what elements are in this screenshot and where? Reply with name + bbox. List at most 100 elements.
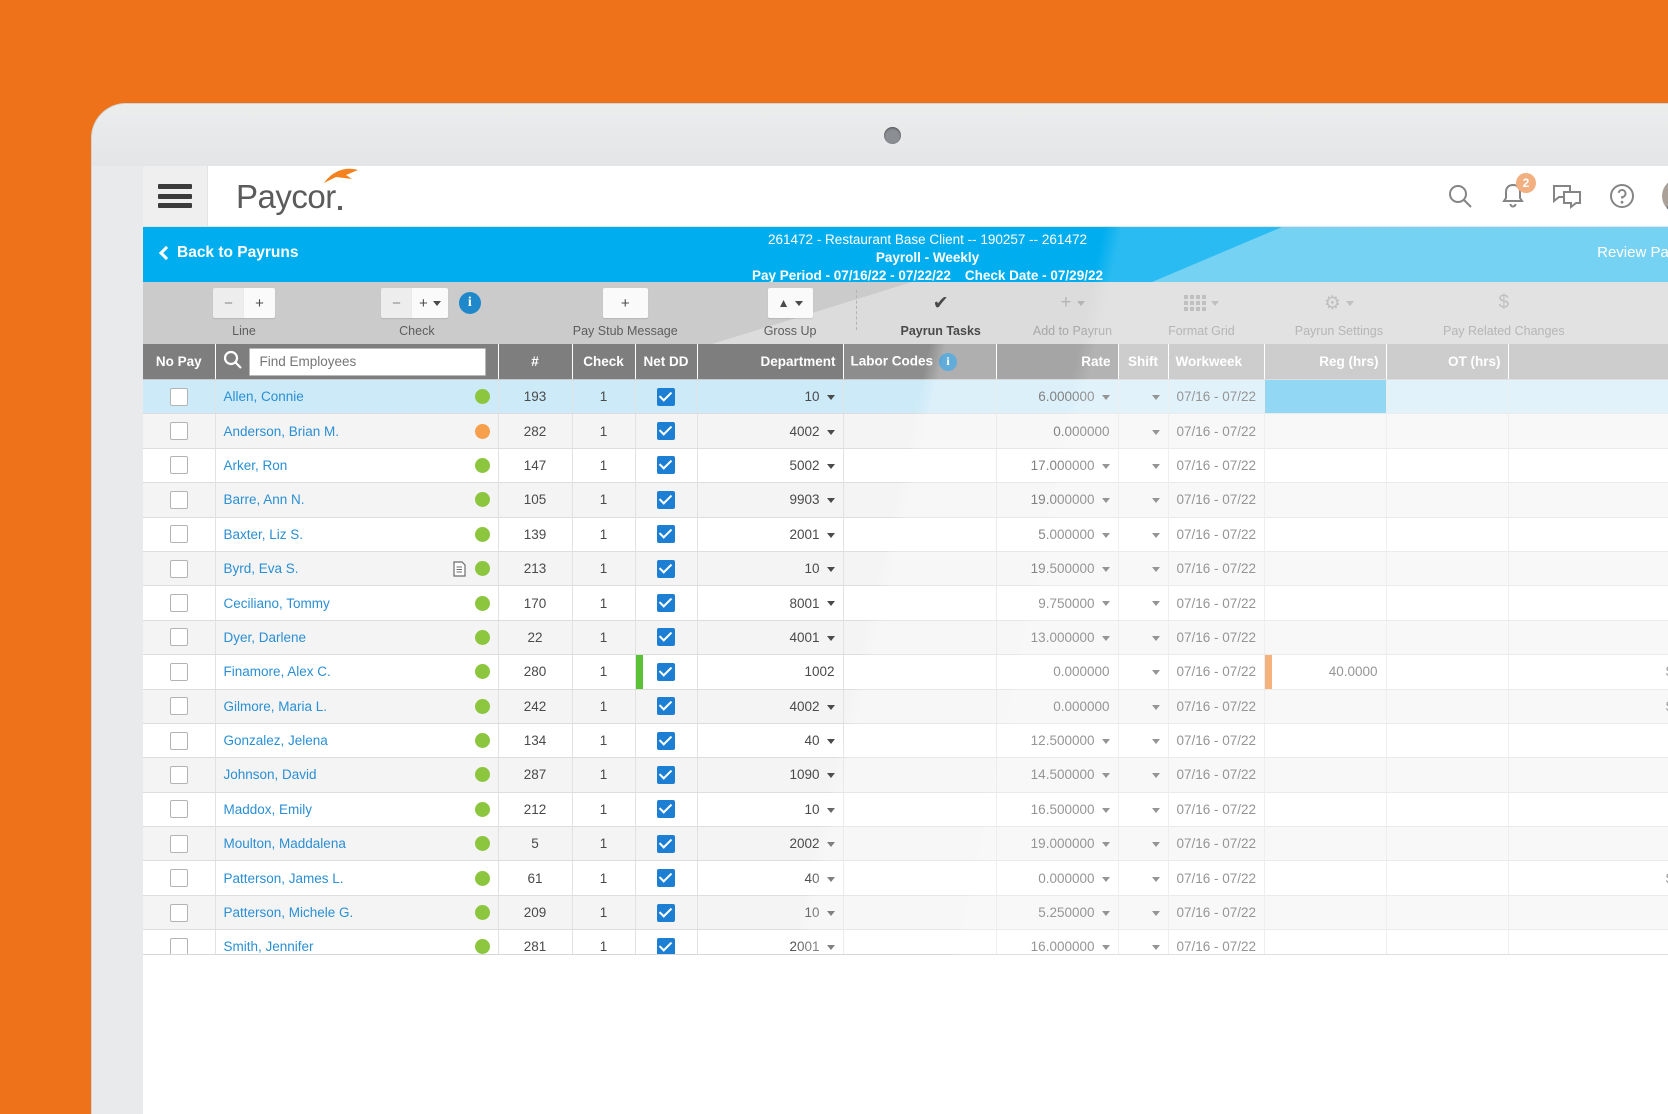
col-check[interactable]: Check — [572, 344, 635, 380]
employee-name-link[interactable]: Allen, Connie — [224, 389, 304, 404]
cell-check[interactable]: 1 — [572, 517, 635, 551]
net-dd-checkbox[interactable] — [657, 697, 675, 715]
employee-name-link[interactable]: Maddox, Emily — [224, 802, 313, 817]
search-icon[interactable] — [1446, 182, 1474, 210]
cell-number[interactable]: 287 — [498, 758, 572, 792]
employee-name-link[interactable]: Barre, Ann N. — [224, 492, 305, 507]
cell-shift[interactable] — [1118, 483, 1168, 517]
cell-employee[interactable]: Gonzalez, Jelena — [215, 723, 498, 757]
chevron-down-icon[interactable] — [827, 395, 835, 400]
cell-employee[interactable]: Patterson, James L. — [215, 861, 498, 895]
employee-name-link[interactable]: Patterson, Michele G. — [224, 905, 354, 920]
cell-workweek[interactable]: 07/16 - 07/22 — [1168, 655, 1264, 689]
cell-check[interactable]: 1 — [572, 620, 635, 654]
chevron-down-icon[interactable] — [1152, 945, 1160, 950]
cell-reg-e[interactable] — [1508, 620, 1668, 654]
net-dd-checkbox[interactable] — [657, 800, 675, 818]
chevron-down-icon[interactable] — [1102, 945, 1110, 950]
cell-department[interactable]: 2001 — [697, 930, 843, 954]
search-input[interactable] — [258, 353, 477, 370]
cell-no-pay[interactable] — [143, 655, 215, 689]
cell-labor-codes[interactable] — [843, 861, 996, 895]
chevron-down-icon[interactable] — [1102, 567, 1110, 572]
cell-ot-hrs[interactable] — [1386, 723, 1508, 757]
no-pay-checkbox[interactable] — [170, 422, 188, 440]
no-pay-checkbox[interactable] — [170, 904, 188, 922]
cell-check[interactable]: 1 — [572, 861, 635, 895]
employee-name-link[interactable]: Byrd, Eva S. — [224, 561, 299, 576]
chevron-down-icon[interactable] — [1102, 464, 1110, 469]
cell-labor-codes[interactable] — [843, 517, 996, 551]
cell-reg-e[interactable] — [1508, 517, 1668, 551]
cell-department[interactable]: 1090 — [697, 758, 843, 792]
chevron-down-icon[interactable] — [1152, 670, 1160, 675]
cell-reg-e[interactable] — [1508, 723, 1668, 757]
cell-rate[interactable]: 0.000000 — [996, 414, 1118, 448]
cell-employee[interactable]: Arker, Ron — [215, 448, 498, 482]
cell-check[interactable]: 1 — [572, 758, 635, 792]
plus-icon[interactable]: + — [1060, 288, 1084, 318]
cell-reg-e[interactable] — [1508, 895, 1668, 929]
cell-rate[interactable]: 19.000000 — [996, 483, 1118, 517]
cell-reg-hrs[interactable] — [1264, 689, 1386, 723]
cell-no-pay[interactable] — [143, 930, 215, 954]
cell-rate[interactable]: 16.500000 — [996, 792, 1118, 826]
cell-reg-e[interactable]: $ 750.0000 — [1508, 861, 1668, 895]
cell-department[interactable]: 10 — [697, 380, 843, 414]
table-row[interactable]: Johnson, David2871109014.50000007/16 - 0… — [143, 758, 1668, 792]
cell-employee[interactable]: Baxter, Liz S. — [215, 517, 498, 551]
cell-no-pay[interactable] — [143, 861, 215, 895]
cell-workweek[interactable]: 07/16 - 07/22 — [1168, 861, 1264, 895]
cell-no-pay[interactable] — [143, 380, 215, 414]
cell-department[interactable]: 10 — [697, 551, 843, 585]
net-dd-checkbox[interactable] — [657, 628, 675, 646]
cell-workweek[interactable]: 07/16 - 07/22 — [1168, 792, 1264, 826]
employee-name-link[interactable]: Dyer, Darlene — [224, 630, 307, 645]
cell-ot-hrs[interactable] — [1386, 448, 1508, 482]
chevron-down-icon[interactable] — [1152, 808, 1160, 813]
cell-net-dd[interactable] — [635, 792, 697, 826]
cell-employee[interactable]: Maddox, Emily — [215, 792, 498, 826]
cell-department[interactable]: 8001 — [697, 586, 843, 620]
cell-net-dd[interactable] — [635, 723, 697, 757]
cell-reg-hrs[interactable] — [1264, 827, 1386, 861]
cell-labor-codes[interactable] — [843, 551, 996, 585]
cell-employee[interactable]: Anderson, Brian M. — [215, 414, 498, 448]
cell-reg-e[interactable] — [1508, 380, 1668, 414]
search-icon[interactable] — [223, 350, 243, 373]
cell-net-dd[interactable] — [635, 586, 697, 620]
chevron-down-icon[interactable] — [1152, 705, 1160, 710]
chevron-down-icon[interactable] — [1102, 842, 1110, 847]
cell-check[interactable]: 1 — [572, 483, 635, 517]
cell-net-dd[interactable] — [635, 861, 697, 895]
cell-department[interactable]: 40 — [697, 861, 843, 895]
chevron-down-icon[interactable] — [1152, 601, 1160, 606]
cell-shift[interactable] — [1118, 414, 1168, 448]
cell-reg-hrs[interactable] — [1264, 483, 1386, 517]
net-dd-checkbox[interactable] — [657, 422, 675, 440]
cell-no-pay[interactable] — [143, 517, 215, 551]
net-dd-checkbox[interactable] — [657, 560, 675, 578]
cell-reg-e[interactable] — [1508, 930, 1668, 954]
cell-workweek[interactable]: 07/16 - 07/22 — [1168, 827, 1264, 861]
cell-labor-codes[interactable] — [843, 414, 996, 448]
chevron-down-icon[interactable] — [1152, 498, 1160, 503]
cell-reg-e[interactable]: $ 790.3800 — [1508, 689, 1668, 723]
no-pay-checkbox[interactable] — [170, 800, 188, 818]
cell-ot-hrs[interactable] — [1386, 758, 1508, 792]
net-dd-checkbox[interactable] — [657, 491, 675, 509]
cell-check[interactable]: 1 — [572, 827, 635, 861]
net-dd-checkbox[interactable] — [657, 594, 675, 612]
no-pay-checkbox[interactable] — [170, 594, 188, 612]
cell-ot-hrs[interactable] — [1386, 517, 1508, 551]
cell-reg-hrs[interactable] — [1264, 380, 1386, 414]
grid-icon[interactable] — [1184, 288, 1219, 318]
cell-rate[interactable]: 12.500000 — [996, 723, 1118, 757]
chat-icon[interactable] — [1552, 183, 1582, 209]
cell-department[interactable]: 2002 — [697, 827, 843, 861]
cell-check[interactable]: 1 — [572, 792, 635, 826]
cell-check[interactable]: 1 — [572, 448, 635, 482]
col-labor-codes[interactable]: Labor Codesi — [843, 344, 996, 380]
cell-shift[interactable] — [1118, 861, 1168, 895]
cell-department[interactable]: 10 — [697, 792, 843, 826]
